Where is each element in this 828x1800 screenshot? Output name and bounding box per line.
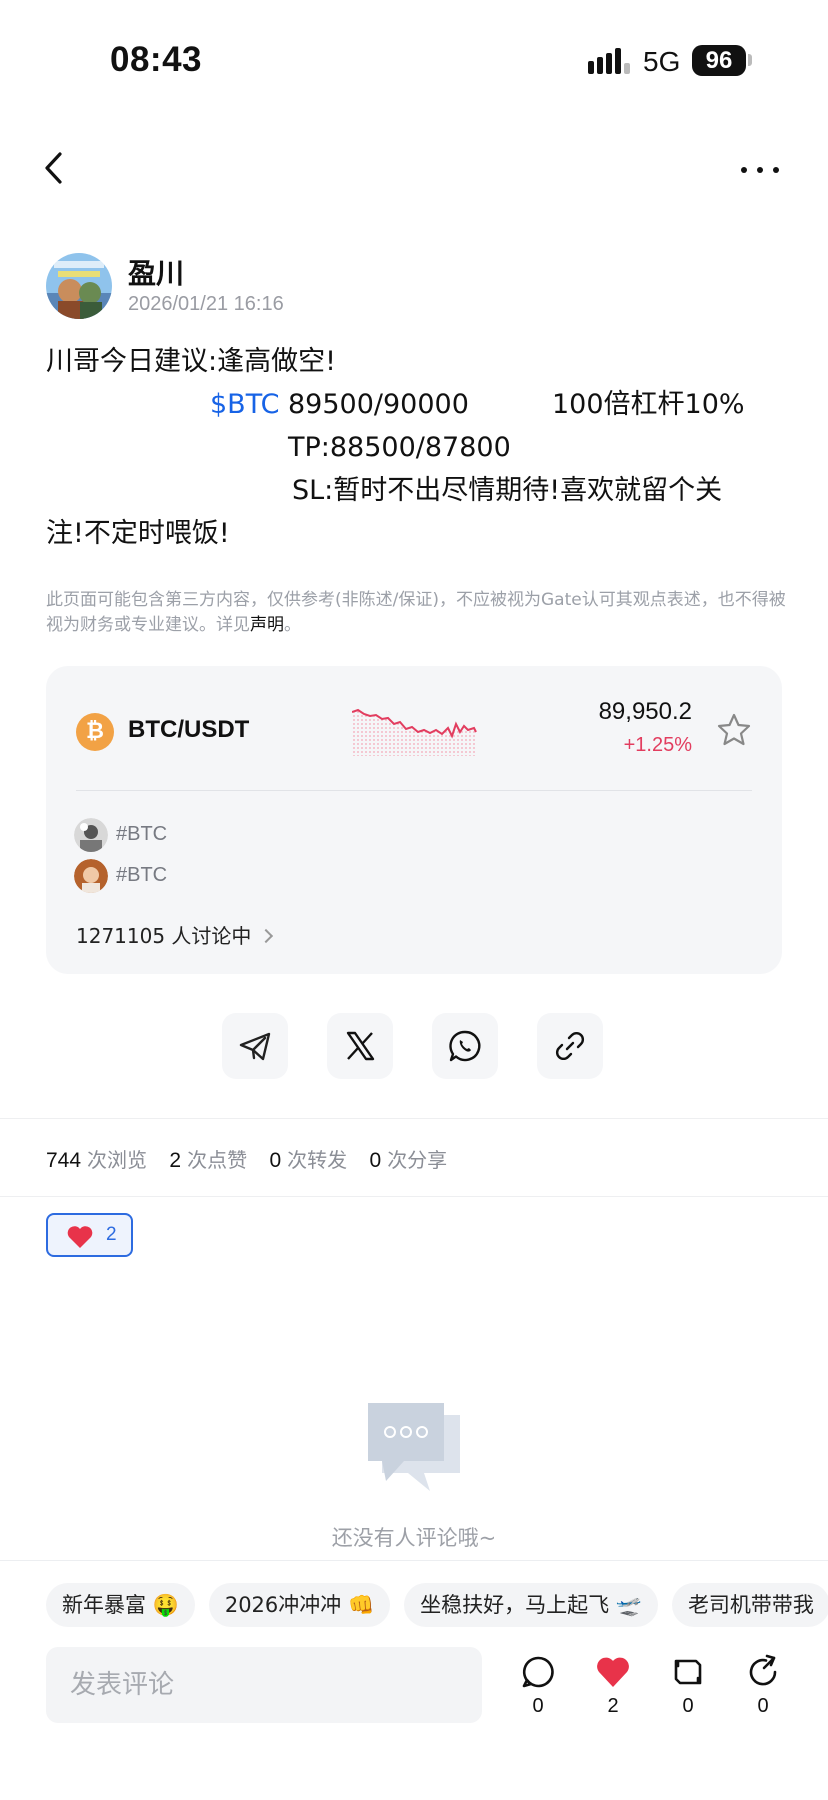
views-label: 次浏览 — [87, 1148, 148, 1172]
topic-label: #BTC — [116, 864, 168, 886]
status-time: 08:43 — [110, 40, 203, 79]
disclaimer: 此页面可能包含第三方内容，仅供参考(非陈述/保证)，不应被视为Gate认可其观点… — [46, 588, 786, 638]
share-button[interactable]: 0 — [738, 1653, 788, 1733]
battery-tip — [748, 54, 752, 66]
trading-pair: BTC/USDT — [128, 716, 250, 743]
quick-reply-chip[interactable]: 坐稳扶好，马上起飞 🛫 — [404, 1583, 658, 1627]
topic-avatar — [74, 859, 108, 893]
likes-label: 次点赞 — [187, 1148, 248, 1172]
disclaimer-end: 。 — [284, 615, 301, 635]
share-link-button[interactable] — [537, 1013, 603, 1079]
x-icon — [346, 1031, 375, 1061]
post-stats: 744 次浏览 2 次点赞 0 次转发 0 次分享 — [46, 1144, 463, 1173]
topic-label: #BTC — [116, 823, 168, 845]
discussion-count-text: 1271105 人讨论中 — [76, 924, 252, 948]
whatsapp-icon — [449, 1030, 481, 1062]
share-whatsapp-button[interactable] — [432, 1013, 498, 1079]
star-outline-icon[interactable] — [716, 712, 752, 748]
comment-input[interactable] — [46, 1647, 482, 1723]
heart-icon — [67, 1226, 93, 1248]
more-horizontal-icon[interactable] — [738, 152, 782, 188]
network-type: 5G — [643, 46, 681, 77]
views-count: 744 — [46, 1149, 82, 1172]
post-sl: SL:暂时不出尽情期待!喜欢就留个关 — [292, 475, 723, 506]
divider — [0, 1118, 828, 1119]
post-entry: 89500/90000 — [288, 389, 469, 420]
reposts-count: 0 — [269, 1149, 282, 1172]
post-timestamp: 2026/01/21 16:16 — [128, 293, 284, 315]
disclaimer-link[interactable]: 声明 — [250, 615, 284, 635]
share-count: 0 — [757, 1695, 769, 1717]
share-x-button[interactable] — [327, 1013, 393, 1079]
post-line-5: 注!不定时喂饭! — [46, 518, 230, 549]
comment-count: 0 — [532, 1695, 544, 1717]
like-button[interactable]: 2 — [588, 1653, 638, 1733]
reaction-chip[interactable]: 2 — [46, 1213, 133, 1257]
bottom-bar: 新年暴富 🤑 2026冲冲冲 👊 坐稳扶好，马上起飞 🛫 老司机带带我 0 2 0 0 — [0, 1560, 828, 1800]
comment-button[interactable]: 0 — [513, 1653, 563, 1733]
repost-count: 0 — [682, 1695, 694, 1717]
bitcoin-icon: ₿ — [76, 713, 114, 751]
share-telegram-button[interactable] — [222, 1013, 288, 1079]
battery-indicator: 96 — [692, 45, 746, 76]
shares-count: 0 — [369, 1149, 382, 1172]
sparkline-chart — [352, 708, 477, 756]
link-icon — [556, 1032, 584, 1060]
card-divider — [76, 790, 752, 791]
chevron-right-icon — [259, 928, 274, 944]
quick-reply-chips: 新年暴富 🤑 2026冲冲冲 👊 坐稳扶好，马上起飞 🛫 老司机带带我 — [46, 1583, 828, 1627]
post-tp: TP:88500/87800 — [288, 432, 511, 463]
heart-filled-icon — [597, 1657, 629, 1687]
post-line-1: 川哥今日建议:逢高做空! — [46, 346, 336, 377]
quick-reply-chip[interactable]: 老司机带带我 — [671, 1583, 828, 1627]
share-icon — [749, 1654, 777, 1686]
post-tag-link[interactable]: $BTC — [210, 383, 279, 426]
reposts-label: 次转发 — [287, 1148, 348, 1172]
empty-comments-icon — [368, 1403, 460, 1491]
shares-label: 次分享 — [387, 1148, 448, 1172]
market-card[interactable]: ₿ BTC/USDT 89,950.2 +1.25% #BTC #BTC 127… — [46, 666, 782, 974]
like-count: 2 — [607, 1695, 619, 1717]
repost-icon — [674, 1659, 702, 1685]
pair-change: +1.25% — [623, 734, 692, 756]
post-leverage: 100倍杠杆10% — [552, 389, 745, 420]
disclaimer-text: 此页面可能包含第三方内容，仅供参考(非陈述/保证)，不应被视为Gate认可其观点… — [46, 590, 786, 635]
quick-reply-chip[interactable]: 2026冲冲冲 👊 — [208, 1583, 391, 1627]
signal-icon — [588, 48, 630, 74]
reaction-count: 2 — [106, 1224, 117, 1245]
divider — [0, 1196, 828, 1197]
telegram-icon — [239, 1032, 271, 1061]
likes-count: 2 — [169, 1149, 182, 1172]
status-bar: 08:43 5G 96 — [0, 0, 828, 120]
empty-comments-text: 还没有人评论哦~ — [331, 1526, 497, 1550]
topic-avatar — [74, 818, 108, 852]
author-avatar[interactable] — [46, 253, 112, 319]
repost-button[interactable]: 0 — [663, 1653, 713, 1733]
discussion-count[interactable]: 1271105 人讨论中 — [76, 920, 274, 949]
author-name[interactable]: 盈川 — [128, 252, 184, 292]
quick-reply-chip[interactable]: 新年暴富 🤑 — [46, 1583, 195, 1627]
comment-icon — [522, 1656, 554, 1688]
chevron-left-icon[interactable] — [40, 148, 70, 188]
pair-price: 89,950.2 — [598, 698, 692, 725]
